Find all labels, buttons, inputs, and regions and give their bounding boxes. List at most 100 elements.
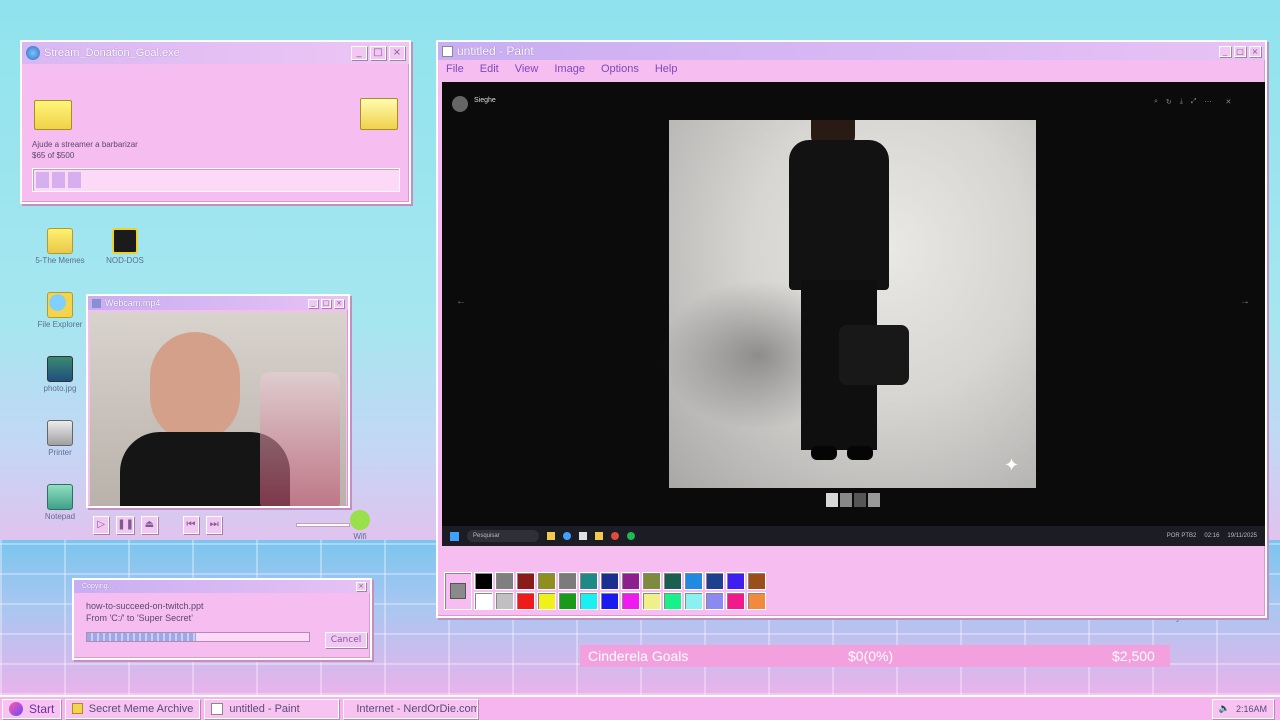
speaker-icon[interactable]: 🔈 [1219, 703, 1230, 714]
folder-icon [72, 703, 83, 714]
color-swatch[interactable] [516, 572, 535, 590]
close-icon[interactable]: ✕ [1226, 98, 1232, 106]
donation-title: Stream_Donation_Goal.exe [44, 47, 180, 59]
color-swatch[interactable] [495, 572, 514, 590]
color-swatch[interactable] [558, 572, 577, 590]
color-swatch[interactable] [600, 572, 619, 590]
app-icon[interactable] [547, 532, 555, 540]
desktop-icon-file-explorer[interactable]: File Explorer [25, 292, 95, 329]
color-swatch[interactable] [705, 572, 724, 590]
color-swatch[interactable] [474, 572, 493, 590]
fashion-photo: ✦ [659, 120, 1036, 488]
color-swatch[interactable] [705, 592, 724, 610]
color-swatch[interactable] [495, 592, 514, 610]
taskbar-item-label: untitled - Paint [229, 702, 300, 715]
color-swatch[interactable] [516, 592, 535, 610]
next-image-icon[interactable]: → [1240, 296, 1250, 307]
windows-icon[interactable] [450, 531, 459, 541]
zoom-icon[interactable]: ⌕ [1154, 98, 1158, 106]
pause-button[interactable]: ❚❚ [116, 516, 135, 534]
color-swatch[interactable] [600, 592, 619, 610]
color-swatch[interactable] [579, 572, 598, 590]
search-folder-icon [47, 292, 73, 318]
color-swatch[interactable] [684, 592, 703, 610]
menu-view[interactable]: View [515, 63, 539, 75]
rotate-icon[interactable]: ↻ [1166, 98, 1172, 106]
app-icon[interactable] [611, 532, 619, 540]
app-icon[interactable] [595, 532, 603, 540]
color-swatch[interactable] [684, 572, 703, 590]
color-swatch[interactable] [621, 572, 640, 590]
color-swatch[interactable] [621, 592, 640, 610]
taskbar-item-label: Internet - NerdOrDie.com [356, 702, 479, 715]
color-swatch[interactable] [747, 592, 766, 610]
wifi-icon [350, 510, 370, 530]
viewer-username: Sieghe [474, 97, 496, 104]
paint-canvas[interactable]: Sieghe ⌕ ↻ ⤓ ⤢ ⋯ ✕ ← → ✦ Pesquisar POR P… [442, 82, 1265, 546]
minimize-button[interactable]: _ [308, 298, 318, 308]
desktop-icon-memes[interactable]: 5-The Memes [25, 228, 95, 265]
paint-titlebar[interactable]: untitled - Paint _ □ × [438, 42, 1265, 60]
download-icon[interactable]: ⤓ [1180, 98, 1183, 106]
taskbar-item-internet[interactable]: Internet - NerdOrDie.com [343, 698, 479, 719]
cancel-button[interactable]: Cancel [325, 632, 367, 648]
copying-file-name: how-to-succeed-on-twitch.ppt [86, 601, 204, 611]
color-swatch[interactable] [537, 572, 556, 590]
color-swatch[interactable] [474, 592, 493, 610]
thumbnail-strip [826, 493, 880, 507]
inner-time: 02:16 [1204, 533, 1220, 539]
menu-help[interactable]: Help [655, 63, 678, 75]
eject-button[interactable]: ⏏ [141, 516, 158, 534]
paint-title: untitled - Paint [457, 44, 534, 58]
start-button[interactable]: Start [2, 698, 62, 719]
color-swatch[interactable] [726, 572, 745, 590]
minimize-button[interactable]: _ [351, 46, 367, 60]
app-icon[interactable] [627, 532, 635, 540]
desktop-icon-photo[interactable]: photo.jpg [25, 356, 95, 393]
color-swatch[interactable] [663, 572, 682, 590]
selected-color-swatch[interactable] [444, 572, 472, 610]
more-icon[interactable]: ⋯ [1205, 98, 1212, 106]
color-swatch[interactable] [642, 572, 661, 590]
desktop-icon-printer[interactable]: Printer [25, 420, 95, 457]
close-button[interactable]: × [1249, 45, 1261, 57]
next-button[interactable]: ⏭ [206, 516, 223, 534]
color-swatch[interactable] [663, 592, 682, 610]
paint-icon [211, 702, 224, 715]
app-icon[interactable] [563, 532, 571, 540]
volume-slider[interactable] [296, 523, 351, 527]
close-button[interactable]: × [389, 46, 405, 60]
taskbar-item-meme-archive[interactable]: Secret Meme Archive [65, 698, 201, 719]
app-icon[interactable] [579, 532, 587, 540]
paint-icon [442, 45, 453, 57]
play-button[interactable]: ▷ [93, 516, 110, 534]
previous-button[interactable]: ⏮ [182, 516, 200, 534]
color-swatch[interactable] [747, 572, 766, 590]
prev-image-icon[interactable]: ← [456, 296, 466, 307]
copying-titlebar[interactable]: Copying... × [74, 580, 370, 593]
menu-image[interactable]: Image [554, 63, 585, 75]
inner-search-box[interactable]: Pesquisar [467, 530, 539, 542]
color-swatch[interactable] [579, 592, 598, 610]
menu-options[interactable]: Options [601, 63, 639, 75]
desktop-icon-nod-dos[interactable]: NOD-DOS [90, 228, 160, 265]
desktop-icon-notepad[interactable]: Notepad [25, 484, 95, 521]
expand-icon[interactable]: ⤢ [1191, 98, 1197, 106]
color-swatch[interactable] [642, 592, 661, 610]
maximize-button[interactable]: □ [1234, 45, 1246, 57]
maximize-button[interactable]: □ [321, 298, 331, 308]
paint-menu-bar: File Edit View Image Options Help [438, 60, 1265, 78]
color-swatch[interactable] [558, 592, 577, 610]
color-swatch[interactable] [537, 592, 556, 610]
webcam-titlebar[interactable]: Webcam.mp4 _ □ × [88, 296, 348, 310]
close-button[interactable]: × [356, 582, 366, 591]
minimize-button[interactable]: _ [1219, 45, 1231, 57]
copying-dialog: Copying... × how-to-succeed-on-twitch.pp… [72, 578, 372, 660]
taskbar-item-paint[interactable]: untitled - Paint [204, 698, 340, 719]
menu-file[interactable]: File [446, 63, 464, 75]
maximize-button[interactable]: □ [370, 46, 386, 60]
menu-edit[interactable]: Edit [480, 63, 499, 75]
close-button[interactable]: × [334, 298, 344, 308]
color-swatch[interactable] [726, 592, 745, 610]
donation-titlebar[interactable]: Stream_Donation_Goal.exe _ □ × [22, 42, 409, 64]
